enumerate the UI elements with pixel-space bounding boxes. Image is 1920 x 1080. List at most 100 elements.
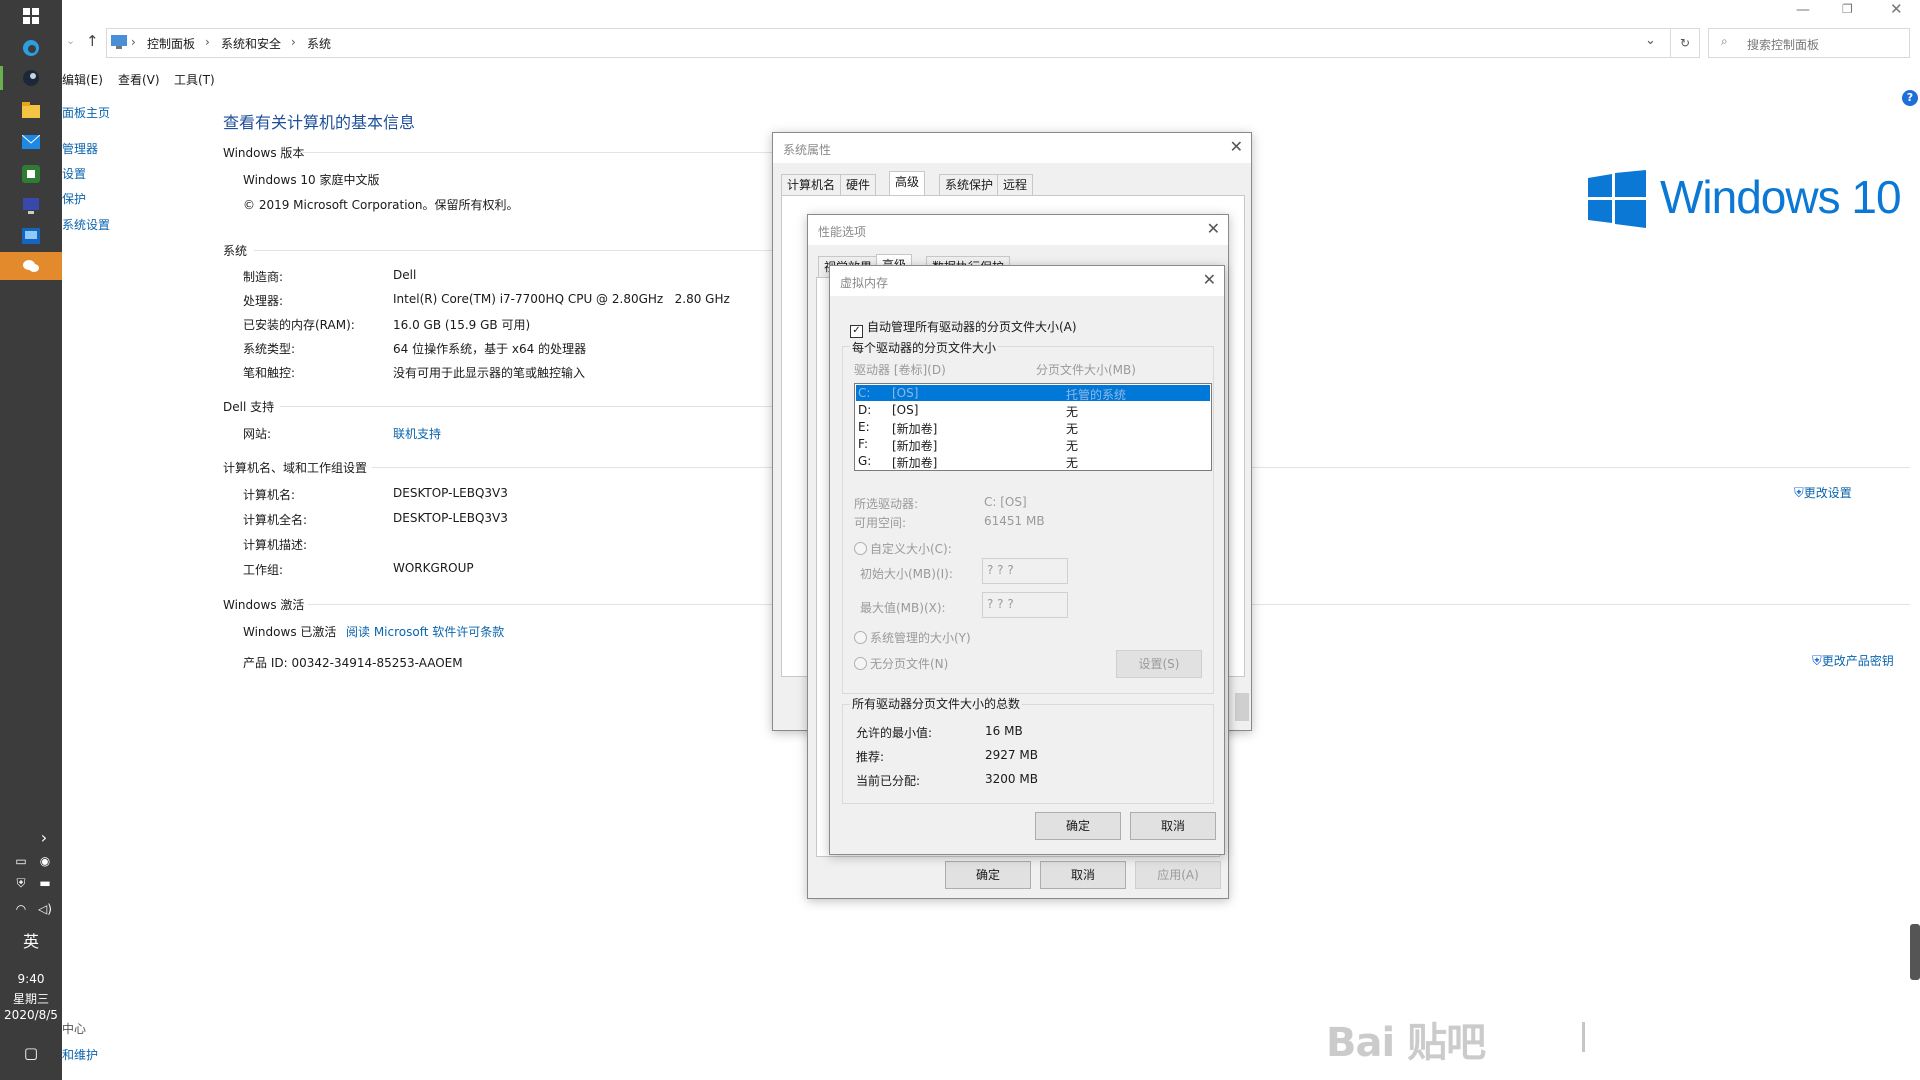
- drive-row-selected[interactable]: C: [OS] 托管的系统: [856, 385, 1210, 402]
- radio-icon: [854, 631, 867, 644]
- menu-view[interactable]: 查看(V): [118, 71, 160, 88]
- address-bar[interactable]: › 控制面板 › 系统和安全 › 系统 ⌄: [106, 28, 1700, 58]
- nav-remote-settings[interactable]: 设置: [62, 165, 86, 182]
- system-managed-radio[interactable]: 系统管理的大小(Y): [854, 629, 971, 646]
- breadcrumb-system[interactable]: 系统: [307, 35, 331, 52]
- wifi-tray-icon[interactable]: ◠: [12, 900, 30, 918]
- breadcrumb-control-panel[interactable]: 控制面板: [147, 35, 195, 52]
- section-computer-name: 计算机名、域和工作组设置: [223, 461, 368, 475]
- drive-row[interactable]: G: [新加卷] 无: [856, 453, 1210, 470]
- vm-ok-button[interactable]: 确定: [1035, 812, 1121, 840]
- change-settings-link[interactable]: ⛨更改设置: [1794, 484, 1852, 501]
- notification-icon[interactable]: ▢: [22, 1044, 40, 1062]
- drive-label: [OS]: [892, 386, 919, 400]
- max-size-input[interactable]: ? ? ?: [982, 592, 1068, 618]
- dialog-titlebar[interactable]: 虚拟内存 ✕: [830, 266, 1224, 296]
- app-green-icon[interactable]: [19, 162, 43, 186]
- close-icon[interactable]: ✕: [1203, 270, 1216, 289]
- online-support-link[interactable]: 联机支持: [393, 425, 441, 442]
- drive-label: [新加卷]: [892, 439, 938, 453]
- address-dropdown-icon[interactable]: ⌄: [1645, 33, 1656, 48]
- nav-advanced-settings[interactable]: 系统设置: [62, 216, 110, 233]
- drive-list[interactable]: C: [OS] 托管的系统 D: [OS] 无 E: [新加卷] 无 F: [新…: [854, 383, 1212, 471]
- close-window-button[interactable]: ✕: [1890, 0, 1903, 18]
- remote-app-icon[interactable]: [19, 224, 43, 248]
- menu-tools[interactable]: 工具(T): [174, 71, 215, 88]
- defender-tray-icon[interactable]: ⛨: [12, 874, 30, 892]
- nav-control-panel-home[interactable]: 面板主页: [62, 104, 110, 121]
- vm-cancel-button[interactable]: 取消: [1130, 812, 1216, 840]
- display-tray-icon[interactable]: ▭: [12, 852, 30, 870]
- change-product-key-link[interactable]: ⛨更改产品密钥: [1812, 652, 1894, 669]
- computer-label-description: 计算机描述:: [243, 538, 308, 552]
- input-language[interactable]: 英: [0, 928, 62, 952]
- tab-hardware[interactable]: 硬件: [840, 174, 877, 196]
- drive-size: 无: [1066, 456, 1079, 470]
- tab-remote[interactable]: 远程: [997, 174, 1034, 196]
- breadcrumb-system-security[interactable]: 系统和安全: [221, 35, 281, 52]
- custom-size-radio[interactable]: 自定义大小(C):: [854, 540, 952, 557]
- drive-row[interactable]: D: [OS] 无: [856, 402, 1210, 419]
- monitor-app-icon[interactable]: [19, 194, 43, 218]
- drive-row[interactable]: E: [新加卷] 无: [856, 419, 1210, 436]
- search-box[interactable]: ⌕ 搜索控制面板: [1708, 28, 1910, 58]
- security-tray-icon[interactable]: ◉: [36, 852, 54, 870]
- mail-icon[interactable]: [19, 130, 43, 154]
- nav-security-maintenance[interactable]: 和维护: [62, 1046, 98, 1063]
- perf-apply-button[interactable]: 应用(A): [1135, 861, 1221, 889]
- nav-system-protection[interactable]: 保护: [62, 190, 86, 207]
- help-icon[interactable]: ?: [1902, 90, 1918, 106]
- max-size-label: 最大值(MB)(X):: [860, 601, 946, 615]
- file-explorer-icon[interactable]: [19, 98, 43, 122]
- computer-label-fullname: 计算机全名:: [243, 513, 308, 527]
- selected-drive-label: 所选驱动器:: [854, 497, 919, 511]
- minimize-button[interactable]: —: [1796, 2, 1810, 18]
- activation-status: Windows 已激活: [243, 625, 337, 639]
- close-icon[interactable]: ✕: [1230, 137, 1243, 156]
- min-value: 16 MB: [985, 724, 1023, 738]
- perf-cancel-button[interactable]: 取消: [1040, 861, 1126, 889]
- nav-security-center[interactable]: 中心: [62, 1020, 86, 1037]
- auto-manage-checkbox[interactable]: ✓ 自动管理所有驱动器的分页文件大小(A): [850, 318, 1077, 338]
- section-system: 系统: [223, 244, 248, 258]
- back-arrow-icon[interactable]: ⌄: [66, 34, 75, 47]
- up-arrow-icon[interactable]: ↑: [86, 32, 99, 50]
- system-value-processor: Intel(R) Core(TM) i7-7700HQ CPU @ 2.80GH…: [393, 292, 730, 306]
- nav-device-manager[interactable]: 管理器: [62, 140, 98, 157]
- wechat-taskbar-item[interactable]: [0, 252, 62, 280]
- dialog-titlebar[interactable]: 系统属性 ✕: [773, 133, 1251, 163]
- steam-icon[interactable]: [19, 66, 43, 90]
- refresh-button[interactable]: ↻: [1670, 28, 1700, 58]
- taskbar: › ▭ ◉ ⛨ ▬ ◠ ◁) 英 9:40 星期三 2020/8/5 ▢: [0, 0, 62, 1080]
- initial-size-input[interactable]: ? ? ?: [982, 558, 1068, 584]
- section-dell-support: Dell 支持: [223, 400, 275, 414]
- no-paging-radio[interactable]: 无分页文件(N): [854, 655, 948, 672]
- section-edition: Windows 版本: [223, 146, 305, 160]
- battery-tray-icon[interactable]: ▬: [36, 874, 54, 892]
- breadcrumb-separator: ›: [291, 35, 296, 49]
- perf-ok-button[interactable]: 确定: [945, 861, 1031, 889]
- tab-advanced[interactable]: 高级: [889, 171, 926, 196]
- breadcrumb-separator: ›: [205, 35, 210, 49]
- scrollbar-handle[interactable]: [1910, 924, 1920, 980]
- drive-row[interactable]: F: [新加卷] 无: [856, 436, 1210, 453]
- clock-weekday[interactable]: 星期三: [0, 990, 62, 1007]
- tab-system-protection[interactable]: 系统保护: [939, 174, 1000, 196]
- volume-tray-icon[interactable]: ◁): [36, 900, 54, 918]
- set-button[interactable]: 设置(S): [1116, 650, 1202, 678]
- clock-time[interactable]: 9:40: [0, 972, 62, 986]
- restore-button[interactable]: ❐: [1842, 2, 1853, 16]
- clock-date[interactable]: 2020/8/5: [0, 1008, 62, 1022]
- dialog-titlebar[interactable]: 性能选项 ✕: [808, 215, 1228, 245]
- edge-icon[interactable]: [19, 36, 43, 60]
- drive-label: [新加卷]: [892, 422, 938, 436]
- menu-edit[interactable]: 编辑(E): [62, 71, 103, 88]
- license-terms-link[interactable]: 阅读 Microsoft 软件许可条款: [346, 623, 504, 640]
- divider: [372, 467, 772, 468]
- tab-computer-name[interactable]: 计算机名: [781, 174, 842, 196]
- start-icon[interactable]: [19, 4, 43, 28]
- dialog-title: 虚拟内存: [840, 276, 889, 290]
- drive-size: 托管的系统: [1066, 388, 1127, 402]
- close-icon[interactable]: ✕: [1207, 219, 1220, 238]
- chevron-right-icon[interactable]: ›: [35, 828, 53, 847]
